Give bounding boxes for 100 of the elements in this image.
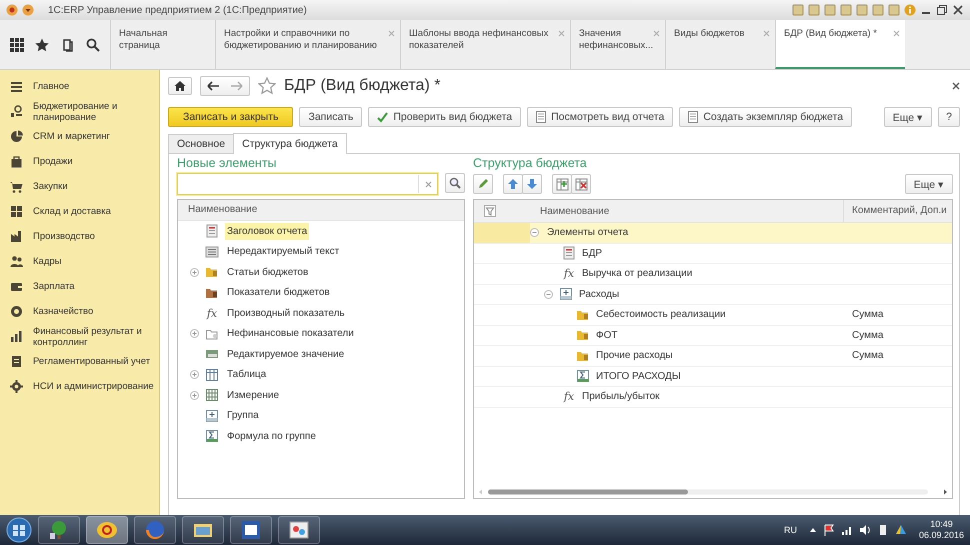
tree-row[interactable]: Прочие расходы Сумма bbox=[474, 346, 952, 366]
close-icon[interactable] bbox=[952, 82, 960, 90]
list-item[interactable]: Измерение bbox=[225, 386, 282, 404]
sidebar-item[interactable]: Продажи bbox=[33, 156, 73, 167]
bag-icon[interactable] bbox=[10, 155, 23, 168]
tree-row[interactable]: Расходы bbox=[474, 284, 952, 305]
sidebar-item[interactable]: CRM и маркетинг bbox=[33, 131, 110, 142]
menu-icon[interactable] bbox=[10, 80, 23, 93]
list-item[interactable]: Нередактируемый текст bbox=[225, 243, 342, 260]
factory-icon[interactable] bbox=[10, 230, 23, 243]
expand-icon[interactable] bbox=[190, 390, 199, 400]
form-tab[interactable]: Основное bbox=[168, 134, 234, 153]
sidebar-item[interactable]: Склад и доставка bbox=[33, 206, 111, 217]
search-icon[interactable] bbox=[86, 38, 100, 52]
apps-icon[interactable] bbox=[10, 38, 24, 52]
open-tab[interactable]: Настройки и справочники по бюджетированию и планированию bbox=[215, 20, 400, 69]
sidebar-item[interactable]: Производство bbox=[33, 231, 95, 242]
sidebar-item[interactable]: Регламентированный учет bbox=[33, 356, 150, 367]
open-tab[interactable]: Шаблоны ввода нефинансовых показателей bbox=[400, 20, 570, 69]
cloud-drive-icon[interactable] bbox=[894, 524, 907, 536]
formula-icon: fx bbox=[564, 390, 574, 404]
add-button[interactable] bbox=[552, 174, 572, 194]
tree-row[interactable]: fx Прибыль/убыток bbox=[474, 387, 952, 408]
move-up-button[interactable] bbox=[503, 174, 523, 194]
more-button[interactable]: Еще ▾ bbox=[904, 174, 953, 194]
gear-icon[interactable] bbox=[10, 380, 23, 393]
close-icon[interactable] bbox=[952, 4, 964, 16]
collapse-icon[interactable] bbox=[544, 290, 553, 299]
list-item[interactable]: Формула по группе bbox=[225, 428, 318, 445]
app-logo-icon[interactable] bbox=[96, 519, 118, 541]
list-item[interactable]: Производный показатель bbox=[225, 304, 347, 322]
word-icon[interactable] bbox=[240, 519, 262, 541]
edit-button[interactable] bbox=[473, 174, 493, 194]
list-item[interactable]: Группа bbox=[225, 407, 261, 424]
sidebar-item[interactable]: Закупки bbox=[33, 181, 68, 192]
tree-row[interactable]: ФОТ Сумма bbox=[474, 326, 952, 346]
list-item[interactable]: Статьи бюджетов bbox=[225, 264, 310, 281]
clock-date[interactable]: 06.09.2016 bbox=[918, 530, 964, 541]
clock-time[interactable]: 10:49 bbox=[930, 519, 953, 530]
tree-row[interactable]: Себестоимость реализации Сумма bbox=[474, 305, 952, 326]
star-outline-icon[interactable] bbox=[258, 77, 276, 95]
open-tab[interactable]: Значения нефинансовых... bbox=[570, 20, 665, 69]
signal-icon[interactable] bbox=[840, 524, 853, 536]
tree-item-name: ИТОГО РАСХОДЫ bbox=[596, 370, 681, 382]
tree-row[interactable]: ИТОГО РАСХОДЫ bbox=[474, 366, 952, 387]
expand-icon[interactable] bbox=[190, 268, 199, 277]
restore-icon[interactable] bbox=[936, 4, 948, 16]
people-icon[interactable] bbox=[10, 255, 23, 268]
sidebar-item[interactable]: Кадры bbox=[33, 256, 62, 267]
tree-row[interactable]: Элементы отчета bbox=[474, 223, 952, 244]
list-item[interactable]: Редактируемое значение bbox=[225, 346, 346, 363]
list-item[interactable]: Заголовок отчета bbox=[225, 222, 310, 240]
form-tab[interactable]: Структура бюджета bbox=[233, 133, 347, 154]
sidebar-item[interactable]: Казначейство bbox=[33, 306, 94, 317]
chart-icon[interactable] bbox=[10, 105, 23, 118]
speaker-icon[interactable] bbox=[858, 524, 871, 536]
sidebar-item[interactable]: Главное bbox=[33, 81, 70, 92]
expand-icon[interactable] bbox=[190, 370, 199, 380]
start-button-icon[interactable] bbox=[6, 517, 32, 543]
bar-chart-icon[interactable] bbox=[10, 330, 23, 343]
list-item[interactable]: Таблица bbox=[225, 366, 268, 384]
dropdown-icon[interactable] bbox=[22, 4, 34, 16]
search-field[interactable] bbox=[177, 173, 438, 195]
list-item[interactable]: Показатели бюджетов bbox=[225, 284, 332, 302]
tree-row[interactable]: fx Выручка от реализации bbox=[474, 264, 952, 284]
toolbar-button[interactable]: Создать экземпляр бюджета bbox=[679, 107, 852, 127]
language-indicator[interactable]: RU bbox=[784, 525, 797, 535]
clear-icon[interactable] bbox=[424, 180, 432, 188]
coin-icon[interactable] bbox=[10, 305, 23, 318]
browser-icon[interactable] bbox=[144, 519, 166, 541]
history-icon[interactable] bbox=[60, 38, 75, 52]
open-tab[interactable]: БДР (Вид бюджета) * bbox=[775, 20, 905, 69]
home-button[interactable] bbox=[168, 77, 192, 95]
sidebar-item[interactable]: Зарплата bbox=[33, 281, 75, 292]
cart-icon[interactable] bbox=[10, 180, 23, 193]
more-button[interactable]: Еще ▾ bbox=[884, 107, 932, 127]
expand-icon[interactable] bbox=[190, 329, 199, 338]
sidebar-item[interactable]: Бюджетирование и планирование bbox=[33, 100, 155, 122]
delete-button[interactable] bbox=[571, 174, 591, 194]
sidebar-item[interactable]: Финансовый результат и контроллинг bbox=[33, 326, 155, 348]
open-tab[interactable]: Начальная страница bbox=[110, 20, 215, 69]
tray-arrow-icon[interactable] bbox=[808, 526, 817, 534]
list-item[interactable]: Нефинансовые показатели bbox=[225, 325, 356, 342]
toolbar-button[interactable]: Записать bbox=[299, 107, 362, 127]
search-button[interactable] bbox=[445, 173, 465, 193]
collapse-icon[interactable] bbox=[530, 228, 539, 238]
tree-row[interactable]: БДР bbox=[474, 244, 952, 264]
pie-icon[interactable] bbox=[10, 130, 23, 143]
toolbar-button[interactable]: Записать и закрыть bbox=[168, 107, 294, 127]
toolbar-button[interactable]: Посмотреть вид отчета bbox=[527, 107, 674, 127]
sidebar-item[interactable]: НСИ и администрирование bbox=[33, 381, 154, 392]
paint-icon[interactable] bbox=[288, 519, 310, 541]
move-down-button[interactable] bbox=[522, 174, 542, 194]
grid-icon[interactable] bbox=[10, 205, 23, 218]
filter-icon[interactable] bbox=[484, 205, 496, 217]
wallet-icon[interactable] bbox=[10, 280, 23, 293]
flag-icon[interactable] bbox=[822, 524, 835, 536]
help-button[interactable]: ? bbox=[938, 107, 960, 127]
toolbar-button[interactable]: Проверить вид бюджета bbox=[368, 107, 522, 127]
home-icon bbox=[174, 80, 186, 92]
